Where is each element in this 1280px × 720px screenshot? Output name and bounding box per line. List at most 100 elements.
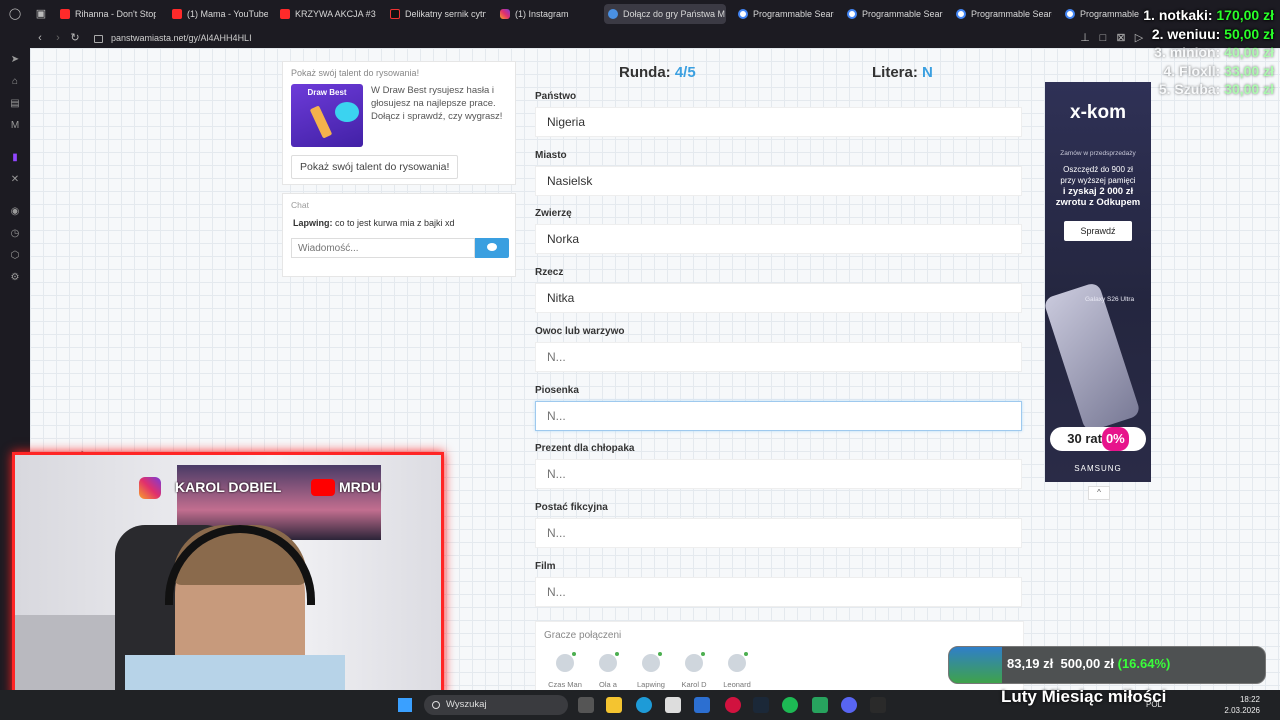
browser-tab[interactable]: Programmable Searc <box>843 4 943 24</box>
history-icon[interactable]: ◷ <box>9 228 21 240</box>
browser-tab[interactable]: Delikatny sernik cytry <box>386 4 486 24</box>
back-icon[interactable]: ‹ <box>33 31 47 45</box>
settings-icon[interactable]: ⚙ <box>9 272 21 284</box>
pin-icon[interactable]: ⊥ <box>1078 31 1092 45</box>
letter-indicator: Litera: N <box>872 64 933 81</box>
epic-games-icon[interactable] <box>870 697 886 713</box>
ad-phone-name: Galaxy S26 Ultra <box>1085 296 1135 303</box>
answer-input[interactable] <box>535 459 1022 490</box>
browser-tab[interactable]: (1) Mama - YouTube <box>168 4 268 24</box>
browser-tab-label: Rihanna - Don't Stop <box>75 9 156 19</box>
taskbar-clock[interactable]: 18:22 2.03.2026 <box>1224 694 1260 716</box>
ad-cta-button[interactable]: Sprawdź <box>1064 221 1132 241</box>
reload-icon[interactable]: ↻ <box>68 31 82 45</box>
round-value: 4/5 <box>674 64 696 81</box>
windows-start-icon[interactable] <box>398 698 412 712</box>
url-text: panstwamiasta.net/gy/Al4AHH4HLI <box>111 33 252 43</box>
discord-icon[interactable] <box>841 697 857 713</box>
x-icon[interactable]: ✕ <box>9 174 21 186</box>
file-explorer-icon[interactable] <box>606 697 622 713</box>
extensions-icon[interactable]: ⬡ <box>9 250 21 262</box>
draw-best-image[interactable]: Draw Best <box>291 84 363 147</box>
app-icon[interactable] <box>812 697 828 713</box>
chat-send-button[interactable] <box>475 238 509 258</box>
google-icon <box>738 9 748 19</box>
answer-input[interactable] <box>535 341 1022 372</box>
mail-icon[interactable]: M <box>9 120 21 132</box>
browser-tab[interactable]: (1) Instagram <box>496 4 596 24</box>
player-avatar-icon <box>728 652 748 672</box>
xkom-ad-banner[interactable]: x-kom Zamów w przedsprzedaży Oszczędź do… <box>1045 82 1151 482</box>
url-field[interactable]: panstwamiasta.net/gy/Al4AHH4HLI <box>94 30 694 46</box>
instagram-icon <box>500 9 510 19</box>
screenshot-icon[interactable]: □ <box>1096 31 1110 45</box>
google-icon <box>956 9 966 19</box>
forward-icon[interactable]: › <box>51 31 65 45</box>
browser-tab[interactable]: Programmable Searc <box>734 4 834 24</box>
player-item: Leonard <box>717 652 757 689</box>
ad-rate-text: 30 rat <box>1067 431 1102 446</box>
address-bar-row: ‹ › ↻ panstwamiasta.net/gy/Al4AHH4HLI ⊥ … <box>0 28 1280 48</box>
browser-tab[interactable]: KRZYWA AKCJA #31 <box>276 4 376 24</box>
letter-label: Litera: <box>872 64 918 81</box>
leaderboard-row: 5. Szuba: 30,00 zł <box>1143 80 1274 99</box>
leaderboard-name: 5. Szuba: <box>1158 81 1221 97</box>
goal-title: Luty Miesiąc miłości <box>1001 687 1167 706</box>
spotify-icon[interactable] <box>782 697 798 713</box>
tab-list-icon[interactable]: ▣ <box>34 7 48 21</box>
player-icon[interactable]: ◉ <box>9 206 21 218</box>
pencil-icon <box>309 105 333 139</box>
ad-collapse-chevron-icon[interactable]: ^ <box>1088 486 1110 500</box>
donation-goal-text: 83,19 zł 500,00 zł (16.64%) <box>1007 656 1170 671</box>
image-icon[interactable]: ▤ <box>9 98 21 110</box>
taskbar-search[interactable]: Wyszukaj <box>424 695 568 715</box>
shopping-icon[interactable]: ⌂ <box>9 76 21 88</box>
browser-tab[interactable]: Dołącz do gry Państwa M <box>604 4 726 24</box>
collections-icon[interactable]: ⊠ <box>1114 31 1128 45</box>
leaderboard-row: 1. notkaki: 170,00 zł <box>1143 6 1274 25</box>
opera-gx-icon[interactable] <box>725 697 741 713</box>
browser-tab-bar: ◯ ▣ Rihanna - Don't Stop (1) Mama - YouTu… <box>0 0 1280 28</box>
answer-input[interactable] <box>535 283 1022 314</box>
ad-logo: x-kom <box>1070 102 1126 123</box>
field-label: Owoc lub warzywo <box>535 325 625 337</box>
ad-rate-badge: 30 rat 0% <box>1050 427 1146 451</box>
donation-goal: 500,00 zł <box>1060 656 1115 671</box>
browser-tab[interactable]: Rihanna - Don't Stop <box>56 4 156 24</box>
browser-tab-label: (1) Instagram <box>515 9 569 19</box>
browser-tab[interactable]: Programmable Searc <box>952 4 1052 24</box>
answer-input[interactable] <box>535 517 1022 548</box>
ad-subtitle: Zamów w przedsprzedaży <box>1060 150 1136 157</box>
player-name: Czas Man <box>548 680 582 689</box>
browser-tab-label: Programmable Searc <box>971 9 1052 19</box>
browser-tab[interactable]: Programmable S <box>1061 4 1141 24</box>
task-view-icon[interactable] <box>578 697 594 713</box>
player-item: Ola a <box>588 652 628 689</box>
store-icon[interactable] <box>665 697 681 713</box>
answer-input[interactable] <box>535 107 1022 137</box>
browser-menu-icon[interactable]: ◯ <box>8 7 22 21</box>
edge-icon[interactable] <box>636 697 652 713</box>
answer-input[interactable] <box>535 224 1022 255</box>
leaderboard-name: 4. Floxll: <box>1163 62 1221 79</box>
mail-app-icon[interactable] <box>694 697 710 713</box>
clock-date: 2.03.2026 <box>1224 706 1260 715</box>
leaderboard-amount: 33,00 zł <box>1224 62 1274 79</box>
twitch-icon[interactable]: ▮ <box>9 152 21 164</box>
leaderboard-name: 2. weniuu: <box>1151 25 1221 42</box>
answer-input[interactable] <box>535 576 1022 607</box>
player-name: Leonard <box>723 680 751 689</box>
answer-input[interactable] <box>535 400 1022 431</box>
send-icon[interactable]: ➤ <box>9 54 21 66</box>
promo-button[interactable]: Pokaż swój talent do rysowania! <box>291 155 459 179</box>
panstwa-miasta-icon <box>608 9 618 19</box>
donation-goal-bar: 83,19 zł 500,00 zł (16.64%) <box>948 646 1266 684</box>
field-label: Postać fikcyjna <box>535 501 608 513</box>
lock-icon <box>94 34 103 43</box>
steam-icon[interactable] <box>753 697 769 713</box>
field-label: Miasto <box>535 149 567 161</box>
chat-message-author: Lapwing: <box>293 218 333 228</box>
field-label: Film <box>535 560 556 572</box>
chat-message-input[interactable] <box>291 238 475 258</box>
answer-input[interactable] <box>535 165 1022 196</box>
